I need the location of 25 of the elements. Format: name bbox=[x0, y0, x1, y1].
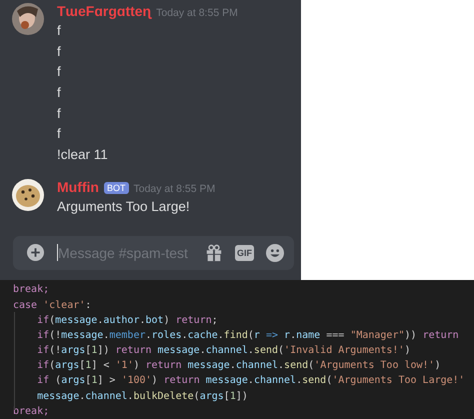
add-icon[interactable] bbox=[27, 244, 44, 261]
code-line: if(args[1] < '1') return message.channel.send('Arguments Too low!') bbox=[36, 359, 442, 374]
code-line: if(!args[1]) return message.channel.send('Invalid Arguments!') bbox=[36, 344, 412, 358]
timestamp: Today at 8:55 PM bbox=[134, 182, 216, 195]
message-text: f bbox=[57, 84, 62, 102]
emoji-icon[interactable] bbox=[266, 244, 284, 262]
message-text: f bbox=[57, 22, 62, 40]
username[interactable]: Muffin bbox=[57, 178, 99, 195]
message-text: Arguments Too Large! bbox=[57, 198, 191, 216]
code-line: message.channel.bulkDelete(args[1]) bbox=[36, 390, 249, 404]
code-line: break; bbox=[13, 283, 50, 298]
message-text: f bbox=[57, 63, 62, 82]
code-line: if(!message.member.roles.cache.find(r => r.name === "Manager")) return bbox=[36, 328, 460, 343]
message-text: f bbox=[57, 42, 62, 61]
code-line: if(message.author.bot) return; bbox=[36, 314, 219, 328]
bot-badge: BOT bbox=[104, 182, 128, 194]
gif-button[interactable]: GIF bbox=[235, 244, 254, 260]
code-line: case 'clear': bbox=[13, 298, 92, 312]
message-text: !clear 11 bbox=[57, 146, 109, 164]
gift-icon[interactable] bbox=[205, 244, 223, 262]
code-line: if (args[1] > '100') return message.channel.send('Arguments Too Large!' bbox=[36, 374, 466, 388]
username[interactable]: TɯeFɑrgɑtteɳ bbox=[57, 3, 152, 19]
message-text: f bbox=[57, 125, 62, 144]
timestamp: Today at 8:55 PM bbox=[156, 7, 238, 19]
message-text: f bbox=[57, 104, 62, 123]
